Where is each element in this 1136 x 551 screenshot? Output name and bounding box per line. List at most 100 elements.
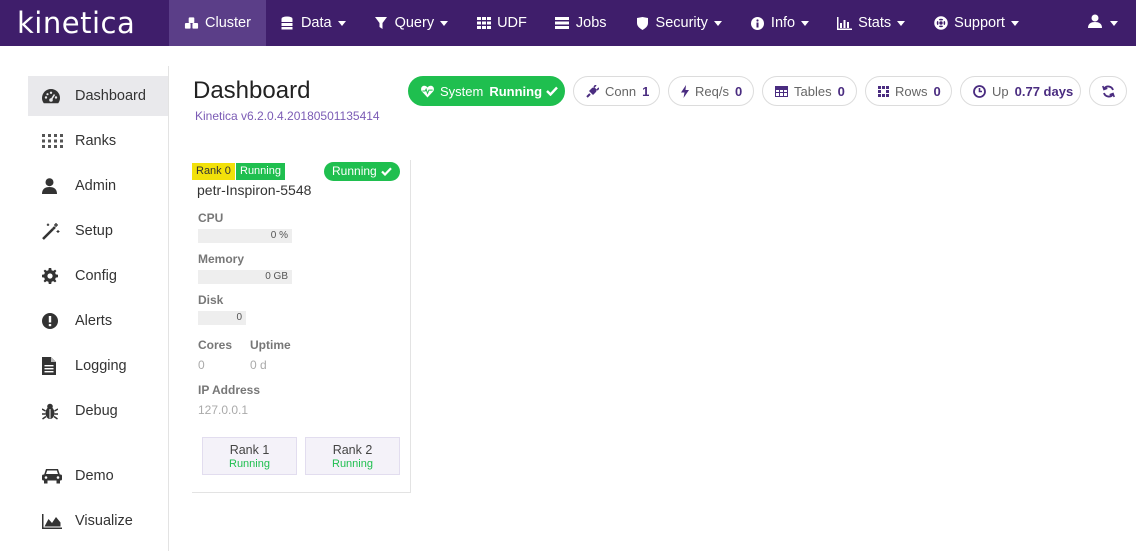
nav-stats-label: Stats — [858, 15, 892, 31]
rows-label: Rows — [895, 83, 928, 99]
tables-label: Tables — [794, 83, 832, 99]
rows-pill[interactable]: Rows 0 — [865, 76, 952, 106]
sub-rank-1-status: Running — [229, 458, 270, 470]
cpu-label: CPU — [198, 211, 224, 225]
info-circle-icon — [750, 16, 765, 31]
nav-data-label: Data — [300, 15, 332, 31]
cpu-bar: 0 % — [198, 229, 292, 243]
check-icon — [546, 86, 558, 96]
connections-label: Conn — [605, 83, 637, 99]
system-status-pill[interactable]: System Running — [408, 76, 565, 106]
uptime-pill[interactable]: Up 0.77 days — [960, 76, 1081, 106]
sidebar-item-demo[interactable]: Demo — [28, 456, 168, 496]
system-status-label: System — [440, 83, 484, 99]
sub-rank-2[interactable]: Rank 2 Running — [305, 437, 400, 475]
sub-rank-1[interactable]: Rank 1 Running — [202, 437, 297, 475]
plug-icon — [586, 84, 599, 98]
sidebar-item-admin-label: Admin — [75, 178, 117, 194]
uptime-metric-label: Uptime — [250, 338, 291, 352]
nav-info[interactable]: Info — [736, 0, 823, 46]
database-icon — [280, 16, 295, 31]
disk-bar: 0 — [198, 311, 246, 325]
uptime-metric-value: 0 d — [250, 358, 267, 372]
sidebar-item-setup[interactable]: Setup — [28, 211, 168, 251]
nav-udf[interactable]: UDF — [462, 0, 541, 46]
kinetica-logo[interactable]: kinetica — [0, 0, 169, 46]
dashboard-icon — [42, 86, 64, 106]
chevron-down-icon — [1010, 20, 1019, 26]
sub-rank-2-status: Running — [332, 458, 373, 470]
chevron-down-icon — [801, 20, 810, 26]
shield-icon — [635, 16, 650, 31]
memory-label: Memory — [198, 252, 245, 266]
bolt-icon — [681, 84, 689, 98]
uptime-value: 0.77 days — [1014, 83, 1074, 99]
nav-query[interactable]: Query — [360, 0, 463, 46]
version-label: Kinetica v6.2.0.4.20180501135414 — [195, 109, 380, 123]
sidebar-item-alerts-label: Alerts — [75, 313, 113, 329]
car-icon — [42, 466, 64, 486]
disk-label: Disk — [198, 293, 224, 307]
rank-running-badge-label: Running — [332, 164, 377, 178]
ranks-grid-icon — [42, 131, 64, 151]
nav-jobs-label: Jobs — [575, 15, 607, 31]
requests-value: 0 — [734, 83, 743, 99]
uptime-label: Up — [992, 83, 1009, 99]
cubes-icon — [184, 16, 199, 31]
tables-pill[interactable]: Tables 0 — [762, 76, 857, 106]
cores-label: Cores — [198, 338, 233, 352]
sidebar-item-visualize-label: Visualize — [75, 513, 133, 529]
sidebar-item-alerts[interactable]: Alerts — [28, 301, 168, 341]
logo-text: kinetica — [17, 6, 136, 40]
sidebar-item-admin[interactable]: Admin — [28, 166, 168, 206]
rank-tag: Rank 0 — [192, 163, 235, 180]
sidebar-item-config-label: Config — [75, 268, 117, 284]
nav-cluster-label: Cluster — [205, 15, 251, 31]
requests-pill[interactable]: Req/s 0 — [668, 76, 754, 106]
rank-status-tag: Running — [236, 163, 285, 180]
sidebar-item-logging-label: Logging — [75, 358, 127, 374]
cpu-value: 0 % — [270, 230, 288, 241]
gear-icon — [42, 266, 64, 286]
check-icon — [380, 167, 392, 176]
nav-support[interactable]: Support — [919, 0, 1033, 46]
nav-security[interactable]: Security — [621, 0, 736, 46]
nav-stats[interactable]: Stats — [823, 0, 919, 46]
ip-label: IP Address — [198, 383, 261, 397]
sidebar-item-visualize[interactable]: Visualize — [28, 501, 168, 541]
refresh-button[interactable] — [1089, 76, 1127, 106]
sub-rank-2-name: Rank 2 — [332, 443, 373, 457]
sidebar-item-logging[interactable]: Logging — [28, 346, 168, 386]
sidebar-item-dashboard[interactable]: Dashboard — [28, 76, 168, 116]
memory-bar: 0 GB — [198, 270, 292, 284]
sidebar-item-debug-label: Debug — [75, 403, 118, 419]
file-text-icon — [42, 356, 64, 376]
rows-value: 0 — [933, 83, 941, 99]
nav-jobs[interactable]: Jobs — [541, 0, 621, 46]
heartbeat-icon — [421, 85, 434, 98]
sidebar-item-demo-label: Demo — [75, 468, 114, 484]
top-navbar: kinetica Cluster Data Query UDF Jobs Sec… — [0, 0, 1136, 46]
sidebar-divider — [168, 66, 169, 551]
sidebar: Dashboard Ranks Admin Setup Config Alert… — [28, 76, 168, 546]
nav-udf-label: UDF — [497, 15, 527, 31]
user-menu[interactable] — [1088, 0, 1136, 46]
grid-icon — [476, 16, 491, 31]
chevron-down-icon — [897, 20, 906, 26]
chevron-down-icon — [713, 20, 722, 26]
sidebar-item-config[interactable]: Config — [28, 256, 168, 296]
tables-value: 0 — [837, 83, 845, 99]
bug-icon — [42, 401, 64, 421]
nav-cluster[interactable]: Cluster — [169, 0, 266, 46]
sidebar-item-ranks[interactable]: Ranks — [28, 121, 168, 161]
sub-rank-1-name: Rank 1 — [229, 443, 270, 457]
rows-grid-icon — [878, 85, 889, 98]
bar-chart-icon — [837, 16, 853, 31]
requests-label: Req/s — [695, 83, 729, 99]
sidebar-item-debug[interactable]: Debug — [28, 391, 168, 431]
user-icon — [1088, 14, 1102, 33]
connections-pill[interactable]: Conn 1 — [573, 76, 660, 106]
nav-data[interactable]: Data — [266, 0, 360, 46]
nav-security-label: Security — [655, 15, 708, 31]
